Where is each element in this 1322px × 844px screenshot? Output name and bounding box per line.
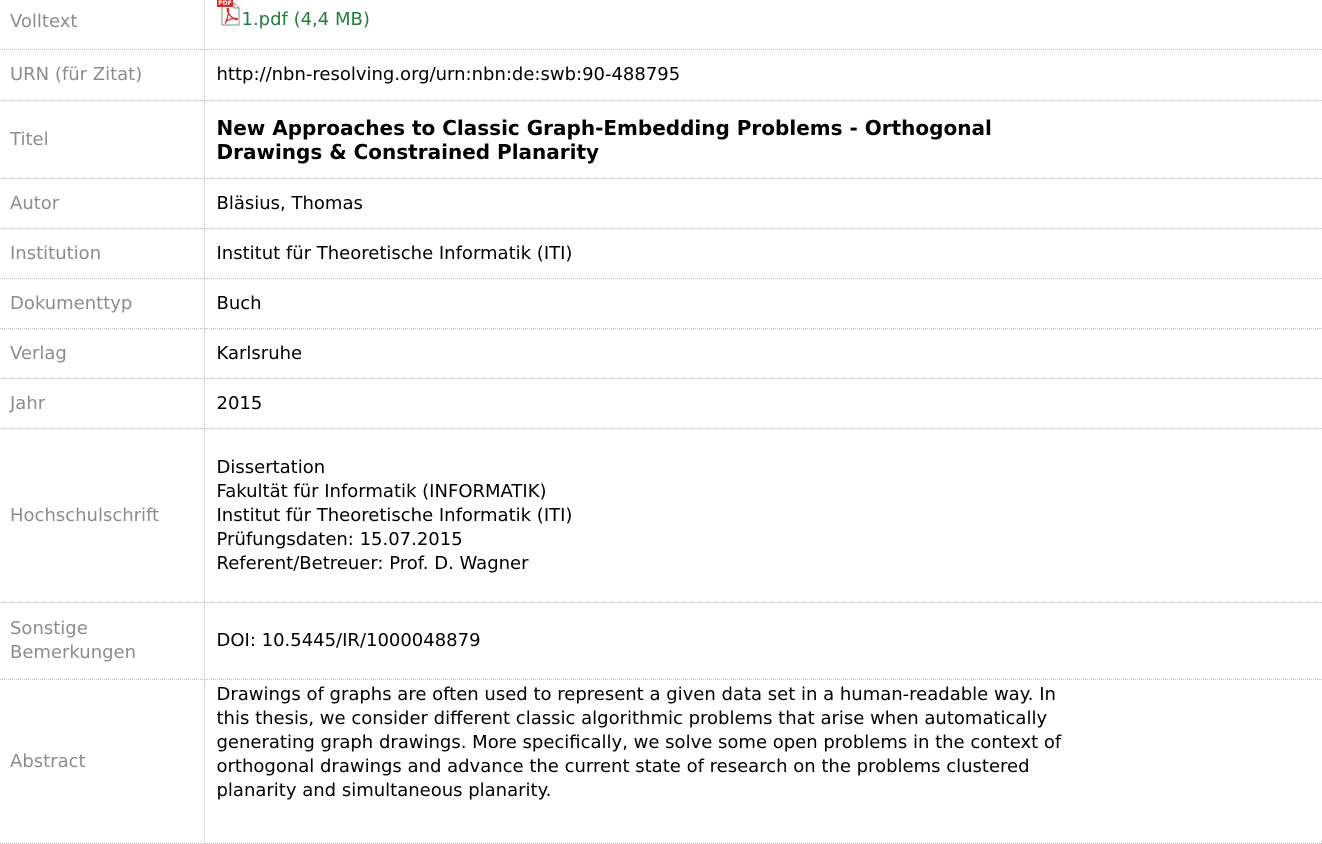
row-dokumenttyp: Dokumenttyp Buch (0, 278, 1322, 329)
value-volltext: PDF 1.pdf (4,4 MB) (204, 0, 1322, 50)
row-urn: URN (für Zitat) http://nbn-resolving.org… (0, 49, 1322, 101)
row-volltext: Volltext PDF 1.pdf (4,4 MB) (0, 0, 1322, 50)
label-sonstige-line-2: Bemerkungen (10, 642, 137, 663)
row-abstract: Abstract Drawings of graphs are often us… (0, 679, 1322, 844)
title-line-1: New Approaches to Classic Graph-Embeddin… (216, 115, 992, 140)
value-jahr: 2015 (204, 378, 1322, 429)
label-urn: URN (für Zitat) (0, 49, 205, 101)
hochschulschrift-line: Referent/Betreuer: Prof. D. Wagner (216, 552, 529, 574)
label-autor: Autor (0, 178, 205, 229)
hochschulschrift-line: Dissertation (216, 456, 326, 478)
metadata-table: Volltext PDF 1.pdf (4,4 MB) URN (für Zit… (0, 0, 1322, 844)
row-sonstige-bemerkungen: Sonstige Bemerkungen DOI: 10.5445/IR/100… (0, 602, 1322, 680)
value-sonstige-bemerkungen: DOI: 10.5445/IR/1000048879 (204, 602, 1322, 680)
hochschulschrift-line: Prüfungsdaten: 15.07.2015 (216, 528, 463, 550)
abstract-line: Drawings of graphs are often used to rep… (216, 684, 1056, 705)
label-abstract: Abstract (0, 679, 205, 844)
label-hochschulschrift: Hochschulschrift (0, 428, 205, 603)
pdf-file-label[interactable]: 1.pdf (4,4 MB) (242, 8, 370, 32)
label-sonstige-bemerkungen: Sonstige Bemerkungen (0, 602, 205, 680)
hochschulschrift-line: Institut für Theoretische Informatik (IT… (216, 504, 573, 526)
value-titel: New Approaches to Classic Graph-Embeddin… (204, 100, 1322, 179)
row-autor: Autor Bläsius, Thomas (0, 178, 1322, 229)
row-institution: Institution Institut für Theoretische In… (0, 228, 1322, 279)
row-jahr: Jahr 2015 (0, 378, 1322, 429)
abstract-line: generating graph drawings. More specific… (216, 732, 1062, 753)
label-dokumenttyp: Dokumenttyp (0, 278, 205, 329)
row-verlag: Verlag Karlsruhe (0, 328, 1322, 379)
value-abstract: Drawings of graphs are often used to rep… (204, 679, 1322, 844)
value-autor: Bläsius, Thomas (204, 178, 1322, 229)
abstract-line: this thesis, we consider different class… (216, 708, 1048, 729)
pdf-download-link[interactable]: PDF 1.pdf (4,4 MB) (216, 0, 370, 32)
title-line-2: Drawings & Constrained Planarity (216, 139, 600, 164)
label-volltext: Volltext (0, 0, 205, 50)
pdf-file-icon[interactable]: PDF (216, 0, 241, 26)
label-verlag: Verlag (0, 328, 205, 379)
label-titel: Titel (0, 100, 205, 179)
abstract-line: orthogonal drawings and advance the curr… (216, 756, 1030, 777)
value-institution: Institut für Theoretische Informatik (IT… (204, 228, 1322, 279)
value-verlag: Karlsruhe (204, 328, 1322, 379)
label-sonstige-line-1: Sonstige (10, 618, 88, 639)
abstract-line: planarity and simultaneous planarity. (216, 780, 552, 801)
hochschulschrift-line: Fakultät für Informatik (INFORMATIK) (216, 480, 547, 502)
row-titel: Titel New Approaches to Classic Graph-Em… (0, 100, 1322, 179)
label-jahr: Jahr (0, 378, 205, 429)
svg-text:PDF: PDF (218, 0, 231, 7)
label-institution: Institution (0, 228, 205, 279)
value-dokumenttyp: Buch (204, 278, 1322, 329)
value-urn: http://nbn-resolving.org/urn:nbn:de:swb:… (204, 49, 1322, 101)
value-hochschulschrift: Dissertation Fakultät für Informatik (IN… (204, 428, 1322, 603)
row-hochschulschrift: Hochschulschrift Dissertation Fakultät f… (0, 428, 1322, 603)
